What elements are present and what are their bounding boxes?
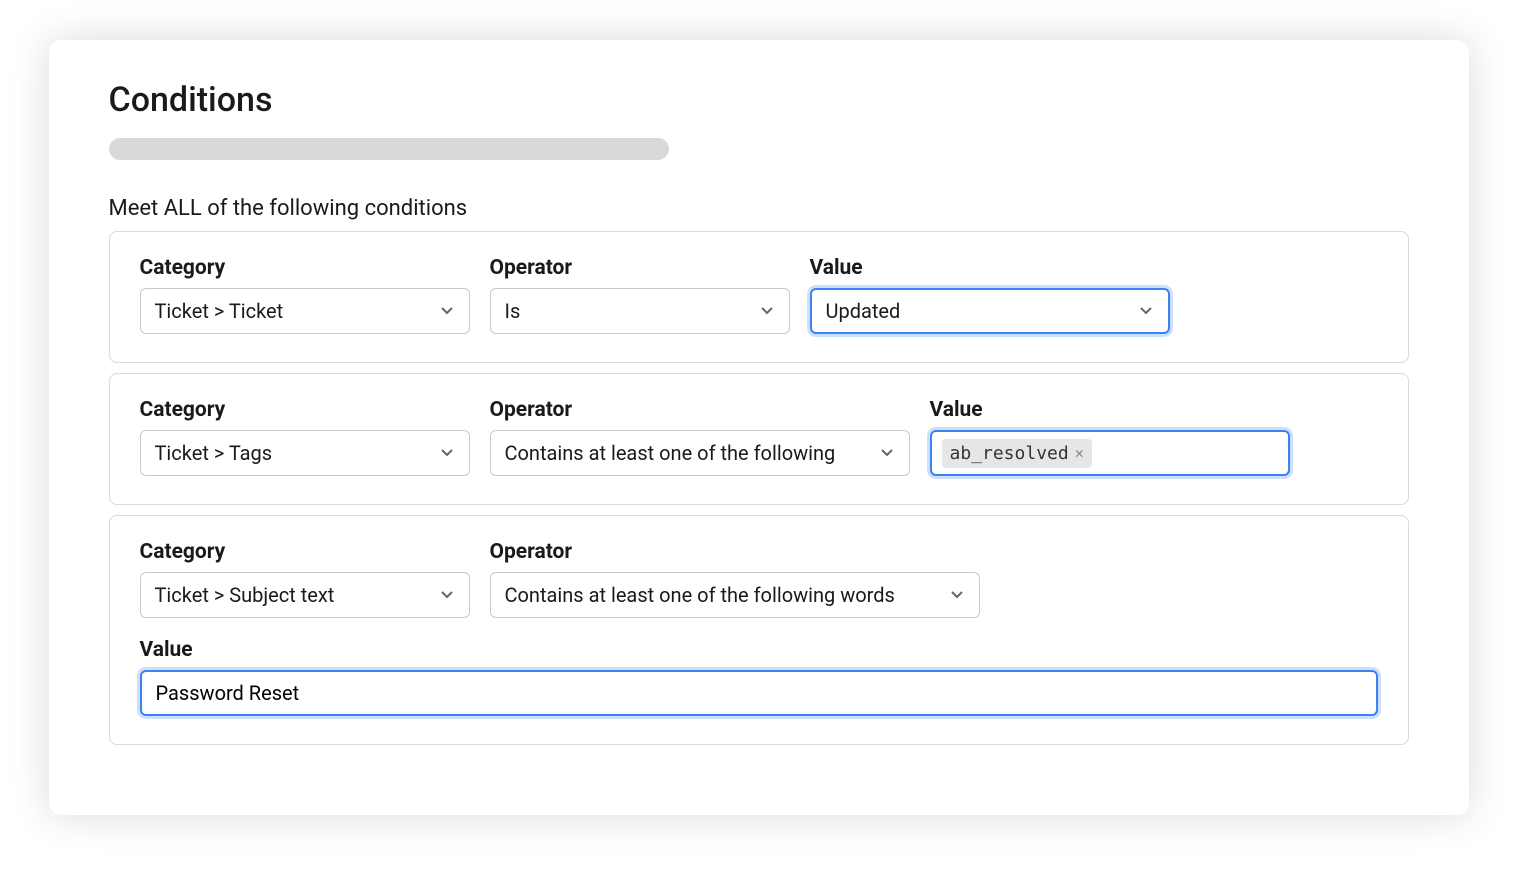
chevron-down-icon [759,299,775,323]
condition-card: Category Ticket > Ticket Operator Is [109,231,1409,363]
value-tag-input[interactable]: ab_resolved ✕ [930,430,1290,476]
category-select-value: Ticket > Subject text [155,583,335,607]
operator-select-value: Contains at least one of the following w… [505,583,895,607]
conditions-panel: Conditions Meet ALL of the following con… [49,40,1469,815]
value-select-value: Updated [826,299,901,323]
operator-label: Operator [490,398,910,422]
chevron-down-icon [1138,299,1154,323]
tag: ab_resolved ✕ [942,439,1092,468]
operator-label: Operator [490,540,980,564]
category-select[interactable]: Ticket > Tags [140,430,470,476]
operator-label: Operator [490,256,790,280]
section-label: Meet ALL of the following conditions [109,196,1409,221]
condition-card: Category Ticket > Subject text Operator … [109,515,1409,745]
chevron-down-icon [439,441,455,465]
condition-card: Category Ticket > Tags Operator Contains… [109,373,1409,505]
category-select-value: Ticket > Ticket [155,299,284,323]
close-icon[interactable]: ✕ [1075,446,1084,461]
description-placeholder [109,138,669,160]
page-title: Conditions [109,80,1409,120]
tag-label: ab_resolved [950,443,1069,464]
operator-select[interactable]: Contains at least one of the following w… [490,572,980,618]
operator-select-value: Is [505,299,521,323]
operator-select-value: Contains at least one of the following [505,441,836,465]
value-label: Value [140,638,1378,662]
chevron-down-icon [439,299,455,323]
operator-select[interactable]: Contains at least one of the following [490,430,910,476]
category-select-value: Ticket > Tags [155,441,273,465]
value-text-input[interactable] [140,670,1378,716]
chevron-down-icon [949,583,965,607]
operator-select[interactable]: Is [490,288,790,334]
chevron-down-icon [439,583,455,607]
category-select[interactable]: Ticket > Ticket [140,288,470,334]
chevron-down-icon [879,441,895,465]
category-label: Category [140,398,470,422]
category-label: Category [140,540,470,564]
category-select[interactable]: Ticket > Subject text [140,572,470,618]
category-label: Category [140,256,470,280]
value-select[interactable]: Updated [810,288,1170,334]
value-label: Value [810,256,1170,280]
value-label: Value [930,398,1290,422]
